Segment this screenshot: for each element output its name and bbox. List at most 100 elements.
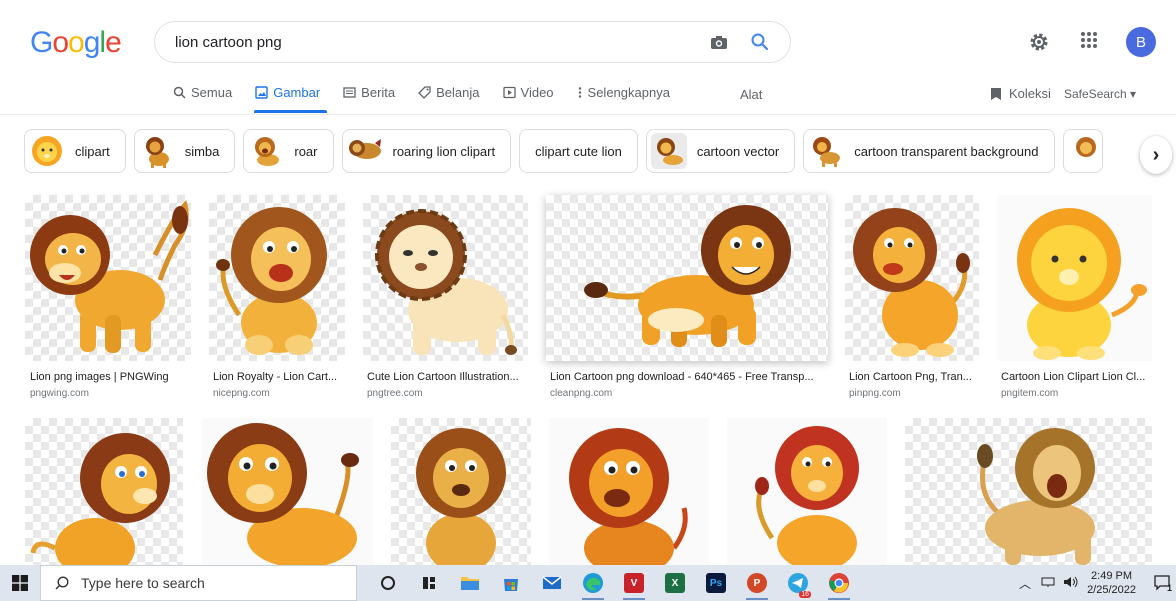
chip-cartoon-transparent-background[interactable]: cartoon transparent background bbox=[803, 129, 1055, 173]
result-image[interactable] bbox=[546, 195, 828, 361]
chevron-right-icon[interactable]: › bbox=[1140, 136, 1172, 174]
account-avatar[interactable]: B bbox=[1126, 27, 1156, 57]
bookmark-icon bbox=[991, 87, 1001, 100]
logo-letter: e bbox=[105, 26, 122, 59]
tag-icon bbox=[418, 86, 431, 99]
tools-button[interactable]: Alat bbox=[740, 87, 762, 102]
result-image[interactable] bbox=[202, 418, 373, 565]
active-app-indicator bbox=[582, 598, 604, 600]
chip-cartoon-vector[interactable]: cartoon vector bbox=[645, 129, 796, 173]
result-tile-1[interactable]: Lion png images | PNGWing pngwing.com bbox=[25, 195, 191, 405]
result-title[interactable]: Lion png images | PNGWing bbox=[30, 371, 190, 383]
excel-icon[interactable]: X bbox=[658, 565, 692, 601]
photoshop-letter: Ps bbox=[706, 573, 726, 593]
volume-icon[interactable] bbox=[1063, 576, 1079, 591]
google-logo[interactable]: Google bbox=[30, 26, 122, 60]
result-image[interactable] bbox=[25, 418, 183, 565]
result-image[interactable] bbox=[391, 418, 531, 565]
chip-simba[interactable]: simba bbox=[133, 129, 236, 173]
chip-label: roar bbox=[294, 143, 318, 159]
clock[interactable]: 2:49 PM 2/25/2022 bbox=[1087, 569, 1136, 597]
chip-clipart[interactable]: clipart bbox=[24, 129, 126, 173]
logo-letter: o bbox=[68, 26, 85, 59]
tab-semua[interactable]: Semua bbox=[173, 85, 232, 100]
search-input[interactable]: lion cartoon png bbox=[175, 34, 710, 51]
result-source: pngitem.com bbox=[1001, 388, 1059, 399]
gear-icon[interactable] bbox=[1028, 31, 1050, 53]
result-title[interactable]: Lion Cartoon png download - 640*465 - Fr… bbox=[550, 371, 828, 383]
chevron-up-icon[interactable]: ︿ bbox=[1019, 575, 1031, 592]
taskbar-search[interactable]: Type here to search bbox=[40, 565, 357, 601]
notification-icon[interactable]: 1 bbox=[1148, 575, 1176, 593]
search-icon bbox=[173, 86, 186, 99]
chip-roar[interactable]: roar bbox=[243, 129, 334, 173]
tab-label: Gambar bbox=[273, 85, 321, 100]
search-icon[interactable] bbox=[750, 32, 770, 52]
result-title[interactable]: Lion Royalty - Lion Cart... bbox=[213, 371, 347, 383]
news-icon bbox=[343, 87, 356, 98]
tab-belanja[interactable]: Belanja bbox=[418, 85, 480, 100]
network-icon[interactable] bbox=[1041, 576, 1055, 591]
result-source: pngtree.com bbox=[367, 388, 423, 399]
photoshop-icon[interactable]: Ps bbox=[699, 565, 733, 601]
result-tile-2[interactable]: Lion Royalty - Lion Cart... nicepng.com bbox=[209, 195, 345, 405]
apps-grid-icon[interactable] bbox=[1080, 31, 1102, 53]
header-actions: B bbox=[1028, 27, 1156, 57]
result-image[interactable] bbox=[727, 418, 887, 565]
safesearch-dropdown[interactable]: SafeSearch ▾ bbox=[1064, 87, 1136, 101]
powerpoint-letter: P bbox=[747, 573, 767, 593]
camera-icon[interactable] bbox=[710, 34, 728, 50]
result-title[interactable]: Lion Cartoon Png, Tran... bbox=[849, 371, 979, 383]
chrome-icon[interactable] bbox=[822, 565, 856, 601]
result-tile-4[interactable]: Lion Cartoon png download - 640*465 - Fr… bbox=[546, 195, 828, 405]
result-source: pngwing.com bbox=[30, 388, 89, 399]
result-tile-3[interactable]: Cute Lion Cartoon Illustration... pngtre… bbox=[363, 195, 528, 405]
tab-berita[interactable]: Berita bbox=[343, 85, 395, 100]
taskbar-search-placeholder: Type here to search bbox=[81, 575, 205, 591]
taskbar-apps: V X Ps P 16 bbox=[371, 565, 863, 601]
system-tray: ︿ 2:49 PM 2/25/2022 1 bbox=[1019, 565, 1176, 601]
chip-partial[interactable] bbox=[1062, 129, 1103, 173]
edge-browser-icon[interactable] bbox=[576, 565, 610, 601]
result-image[interactable] bbox=[997, 195, 1152, 361]
more-vert-icon bbox=[578, 87, 581, 98]
chip-clipart-cute-lion[interactable]: clipart cute lion bbox=[519, 129, 638, 173]
tab-gambar[interactable]: Gambar bbox=[255, 85, 320, 100]
result-title[interactable]: Cartoon Lion Clipart Lion Cl... bbox=[1001, 371, 1151, 383]
telegram-icon[interactable]: 16 bbox=[781, 565, 815, 601]
search-icon bbox=[55, 576, 69, 590]
result-tile-6[interactable]: Cartoon Lion Clipart Lion Cl... pngitem.… bbox=[997, 195, 1152, 405]
result-image[interactable] bbox=[905, 418, 1152, 565]
tab-label: Video bbox=[520, 85, 554, 100]
active-app-indicator bbox=[828, 598, 850, 600]
result-image[interactable] bbox=[845, 195, 979, 361]
chip-thumbnail bbox=[248, 133, 284, 169]
result-title[interactable]: Cute Lion Cartoon Illustration... bbox=[367, 371, 527, 383]
logo-text: Google bbox=[30, 26, 122, 59]
result-image[interactable] bbox=[209, 195, 345, 361]
windows-start-icon[interactable] bbox=[0, 565, 40, 601]
result-image[interactable] bbox=[363, 195, 528, 361]
tab-selengkapnya[interactable]: Selengkapnya bbox=[577, 85, 670, 100]
chip-label: simba bbox=[184, 143, 220, 159]
result-image[interactable] bbox=[549, 418, 709, 565]
file-explorer-icon[interactable] bbox=[453, 565, 487, 601]
result-source: cleanpng.com bbox=[550, 388, 613, 399]
google-images-page: Google lion cartoon png B Semua Gambar B… bbox=[0, 0, 1176, 601]
result-image[interactable] bbox=[25, 195, 191, 361]
task-view-icon[interactable] bbox=[412, 565, 446, 601]
search-box[interactable]: lion cartoon png bbox=[154, 21, 791, 63]
chip-roaring-lion-clipart[interactable]: roaring lion clipart bbox=[341, 129, 512, 173]
result-tile-5[interactable]: Lion Cartoon Png, Tran... pinpng.com bbox=[845, 195, 979, 405]
tab-video[interactable]: Video bbox=[502, 85, 554, 100]
powerpoint-icon[interactable]: P bbox=[740, 565, 774, 601]
collections-link[interactable]: Koleksi bbox=[990, 86, 1051, 101]
mail-icon[interactable] bbox=[535, 565, 569, 601]
logo-letter: G bbox=[30, 26, 53, 59]
chip-thumbnail bbox=[650, 133, 687, 169]
cortana-icon[interactable] bbox=[371, 565, 405, 601]
vegas-pro-icon[interactable]: V bbox=[617, 565, 651, 601]
store-icon[interactable] bbox=[494, 565, 528, 601]
windows-taskbar: Type here to search V X Ps P 16 ︿ 2:49 P… bbox=[0, 565, 1176, 601]
chip-label: cartoon transparent background bbox=[854, 143, 1039, 159]
